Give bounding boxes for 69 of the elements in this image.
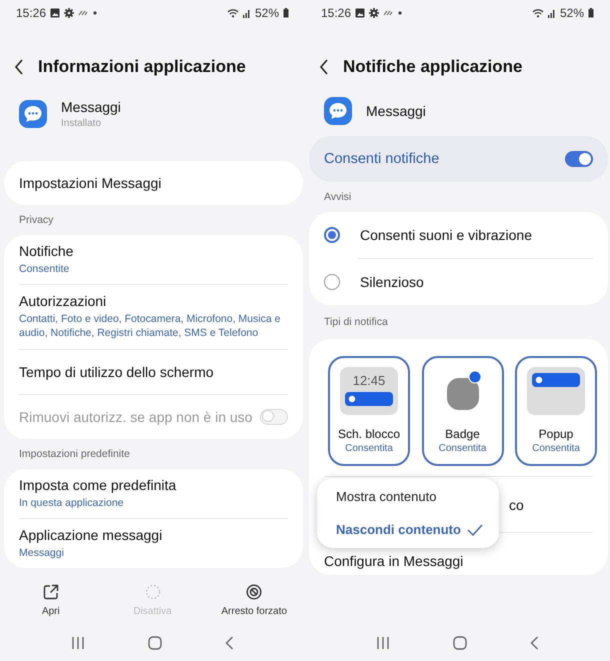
dot-icon (92, 10, 98, 16)
menu-option[interactable]: Mostra contenuto (317, 489, 499, 504)
back-nav-button[interactable] (530, 636, 539, 650)
dot-icon (397, 10, 404, 16)
check-icon (467, 524, 483, 536)
wifi-icon (226, 8, 239, 18)
back-button[interactable] (319, 59, 329, 75)
back-button[interactable] (14, 59, 24, 75)
gallery-icon (50, 8, 60, 18)
wifi-icon (532, 8, 544, 18)
battery-level: 52% (560, 6, 584, 20)
app-name: Messaggi (61, 99, 121, 115)
section-label: Tipi di notifica (324, 316, 388, 328)
clock-text: 12:45 (352, 373, 386, 388)
action-button[interactable]: Apri (0, 584, 102, 616)
notification-type-tile[interactable]: Badge Consentita (422, 356, 504, 466)
setting-subtitle: Messaggi (19, 546, 65, 560)
home-button[interactable] (452, 636, 467, 650)
page-title: Notifiche applicazione (343, 57, 522, 77)
battery-icon (283, 8, 289, 18)
setting-title[interactable]: Impostazioni Messaggi (19, 175, 288, 191)
allow-notifications-row[interactable]: Consenti notifiche (309, 136, 608, 182)
toggle-switch[interactable] (565, 151, 593, 167)
gallery-icon (355, 8, 366, 18)
signal-icon (548, 8, 556, 18)
section-label: Avvisi (324, 191, 352, 203)
wave-icon (383, 8, 394, 16)
gear-icon (369, 8, 380, 18)
app-name: Messaggi (366, 103, 426, 119)
radio-button[interactable] (324, 227, 340, 243)
setting-subtitle: In questa applicazione (19, 496, 124, 510)
section-label: Privacy (19, 214, 54, 226)
setting-subtitle: Consentite (19, 262, 70, 276)
radio-label[interactable]: Consenti suoni e vibrazione (360, 227, 532, 243)
status-time: 15:26 (16, 6, 46, 20)
setting-title[interactable]: co (509, 496, 524, 512)
page-title: Informazioni applicazione (38, 57, 246, 77)
recent-apps-button[interactable] (376, 637, 390, 649)
setting-title[interactable]: Autorizzazioni (19, 293, 288, 310)
app-status: Installato (61, 118, 102, 129)
setting-title[interactable]: Notifiche (19, 243, 288, 259)
signal-icon (242, 8, 251, 18)
setting-title[interactable]: Configura in Messaggi (324, 552, 464, 568)
battery-level: 52% (254, 6, 279, 20)
recent-apps-button[interactable] (71, 637, 86, 649)
setting-title[interactable]: Tempo di utilizzo dello schermo (19, 364, 288, 380)
home-button[interactable] (148, 636, 162, 650)
messages-app-icon (324, 97, 352, 125)
action-button[interactable]: Arresto forzato (203, 584, 305, 616)
back-nav-button[interactable] (224, 636, 234, 650)
battery-icon (588, 8, 594, 18)
notification-type-tile[interactable]: Popup Consentita (515, 356, 597, 466)
status-time: 15:26 (321, 6, 352, 20)
gear-icon (64, 8, 74, 18)
menu-option[interactable]: Nascondi contenuto (317, 522, 499, 537)
notification-type-tile[interactable]: 12:45 Sch. blocco Consentita (328, 356, 410, 466)
wave-icon (78, 8, 88, 16)
open-external-icon (42, 584, 59, 600)
stop-icon (246, 584, 262, 600)
setting-subtitle: Contatti, Foto e video, Fotocamera, Microfono, Musica e audio, Notifiche, Registri chiamate, SMS e Telefono (19, 312, 282, 341)
setting-title[interactable]: Imposta come predefinita (19, 476, 288, 493)
radio-label[interactable]: Silenzioso (360, 274, 424, 290)
section-label: Impostazioni predefinite (19, 448, 130, 460)
radio-button[interactable] (324, 274, 340, 290)
dotted-circle-icon (144, 584, 160, 600)
messages-app-icon (19, 100, 47, 128)
popup-bar-icon (532, 373, 580, 387)
setting-title[interactable]: Applicazione messaggi (19, 526, 288, 543)
notification-bar-icon (345, 392, 393, 406)
